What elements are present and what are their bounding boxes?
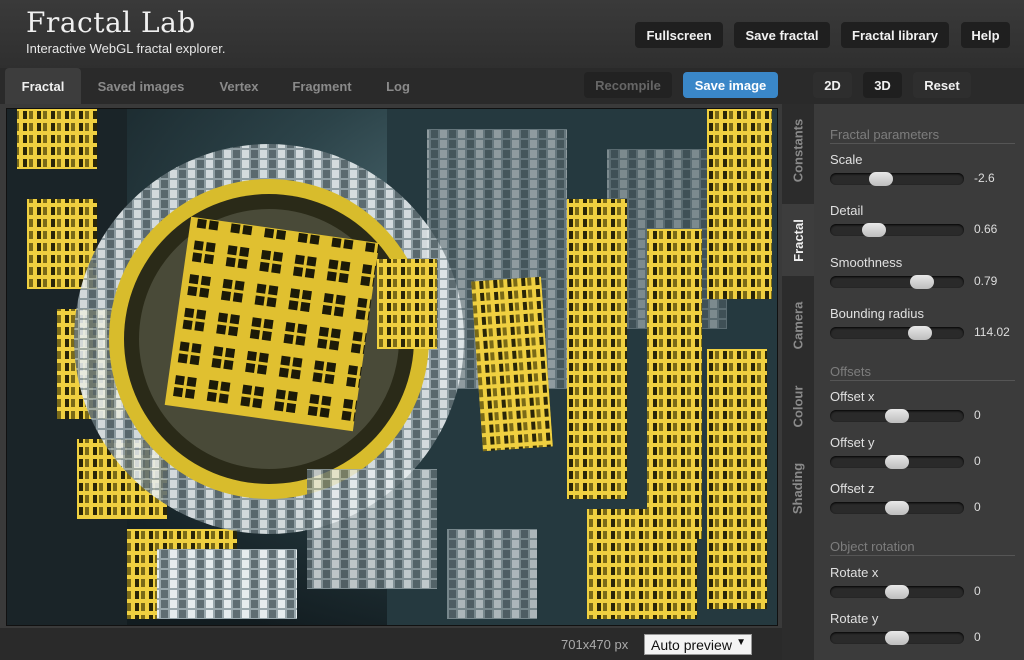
- fractal-library-button[interactable]: Fractal library: [841, 22, 949, 48]
- fullscreen-button[interactable]: Fullscreen: [635, 22, 723, 48]
- offset-x-slider[interactable]: [830, 409, 964, 423]
- section-title-object-rotation: Object rotation: [830, 539, 915, 554]
- param-value-rotate-x: 0: [974, 584, 981, 598]
- fractal-canvas[interactable]: [6, 108, 778, 626]
- app-title: Fractal Lab: [26, 6, 196, 39]
- param-value-bounding-radius: 114.02: [974, 325, 1010, 339]
- tab-vertex[interactable]: Vertex: [206, 68, 272, 104]
- param-label-offset-x: Offset x: [830, 389, 875, 404]
- side-tab-camera[interactable]: Camera: [782, 284, 814, 366]
- reset-button[interactable]: Reset: [913, 72, 971, 98]
- mode-3d-button[interactable]: 3D: [863, 72, 902, 98]
- slider-knob[interactable]: [885, 631, 909, 645]
- param-label-offset-z: Offset z: [830, 481, 875, 496]
- param-value-offset-y: 0: [974, 454, 981, 468]
- param-value-offset-z: 0: [974, 500, 981, 514]
- preview-mode-select[interactable]: Auto preview ▼: [644, 634, 752, 655]
- param-value-smoothness: 0.79: [974, 274, 998, 288]
- side-tab-shading[interactable]: Shading: [782, 446, 814, 530]
- param-value-rotate-y: 0: [974, 630, 981, 644]
- slider-knob[interactable]: [869, 172, 893, 186]
- recompile-button[interactable]: Recompile: [584, 72, 672, 98]
- section-title-fractal-parameters: Fractal parameters: [830, 127, 940, 142]
- tab-log[interactable]: Log: [372, 68, 424, 104]
- slider-knob[interactable]: [910, 275, 934, 289]
- slider-knob[interactable]: [885, 455, 909, 469]
- param-value-detail: 0.66: [974, 222, 998, 236]
- side-tab-constants[interactable]: Constants: [782, 104, 814, 196]
- section-title-offsets: Offsets: [830, 364, 871, 379]
- rotate-x-slider[interactable]: [830, 585, 964, 599]
- slider-knob[interactable]: [885, 501, 909, 515]
- slider-knob[interactable]: [908, 326, 932, 340]
- param-label-offset-y: Offset y: [830, 435, 875, 450]
- save-image-button[interactable]: Save image: [683, 72, 778, 98]
- app-header: Fractal Lab Interactive WebGL fractal ex…: [0, 0, 1024, 68]
- side-tab-bar: Constants Fractal Camera Colour Shading: [782, 104, 814, 660]
- param-label-scale: Scale: [830, 152, 863, 167]
- offset-y-slider[interactable]: [830, 455, 964, 469]
- param-value-offset-x: 0: [974, 408, 981, 422]
- dropdown-arrow-icon: ▼: [736, 637, 746, 648]
- bounding-radius-slider[interactable]: [830, 326, 964, 340]
- side-tab-fractal[interactable]: Fractal: [782, 204, 814, 276]
- param-label-smoothness: Smoothness: [830, 255, 903, 270]
- mode-2d-button[interactable]: 2D: [813, 72, 852, 98]
- slider-knob[interactable]: [862, 223, 886, 237]
- tab-fractal[interactable]: Fractal: [5, 68, 81, 104]
- scale-slider[interactable]: [830, 172, 964, 186]
- detail-slider[interactable]: [830, 223, 964, 237]
- param-label-detail: Detail: [830, 203, 864, 218]
- tab-saved-images[interactable]: Saved images: [86, 68, 196, 104]
- preview-mode-value: Auto preview: [651, 636, 732, 653]
- param-label-rotate-x: Rotate x: [830, 565, 879, 580]
- section-divider: [830, 380, 1015, 381]
- canvas-size-label: 701x470 px: [561, 637, 629, 652]
- save-fractal-button[interactable]: Save fractal: [734, 22, 830, 48]
- fractal-render: [7, 109, 777, 625]
- slider-knob[interactable]: [885, 585, 909, 599]
- help-button[interactable]: Help: [961, 22, 1010, 48]
- tab-fragment[interactable]: Fragment: [282, 68, 362, 104]
- rotate-y-slider[interactable]: [830, 631, 964, 645]
- param-label-rotate-y: Rotate y: [830, 611, 879, 626]
- slider-knob[interactable]: [885, 409, 909, 423]
- side-tab-colour[interactable]: Colour: [782, 366, 814, 446]
- param-value-scale: -2.6: [974, 171, 995, 185]
- smoothness-slider[interactable]: [830, 275, 964, 289]
- param-label-bounding-radius: Bounding radius: [830, 306, 924, 321]
- app-subtitle: Interactive WebGL fractal explorer.: [26, 41, 226, 56]
- section-divider: [830, 555, 1015, 556]
- section-divider: [830, 143, 1015, 144]
- offset-z-slider[interactable]: [830, 501, 964, 515]
